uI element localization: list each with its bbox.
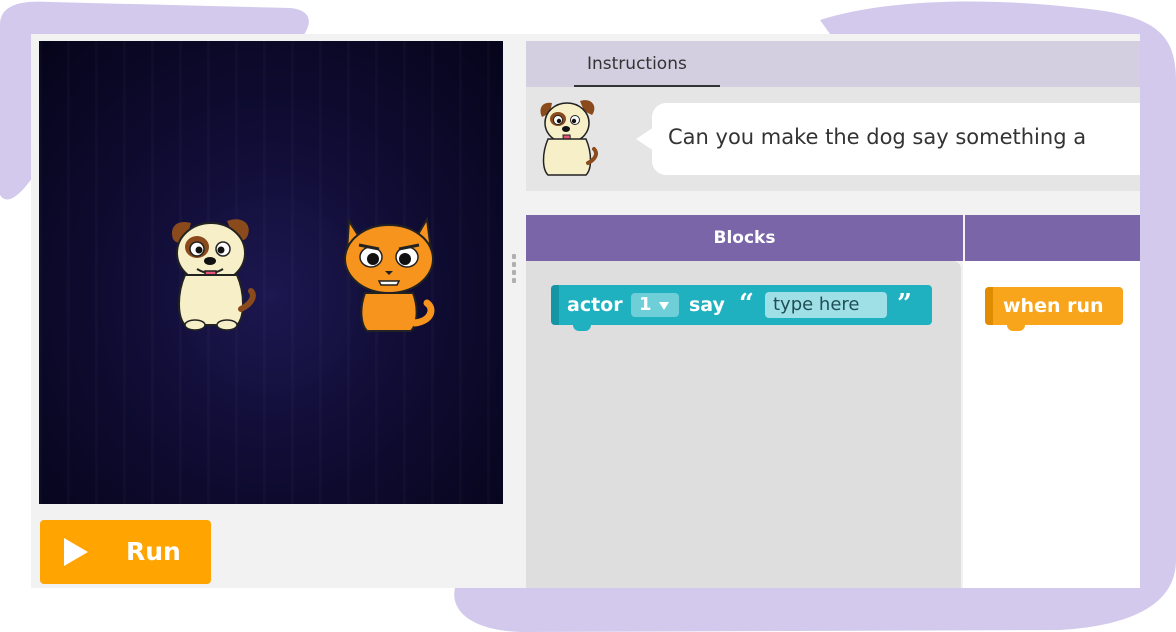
play-icon	[64, 538, 88, 566]
stage-canvas	[39, 41, 503, 504]
panel-resize-handle[interactable]	[511, 254, 517, 286]
blocks-panel-header: Blocks	[526, 215, 963, 261]
workspace-header	[965, 215, 1140, 261]
run-button-label: Run	[126, 537, 181, 566]
dog-avatar-icon	[540, 100, 598, 176]
say-label: say	[689, 294, 725, 316]
when-run-block[interactable]: when run	[985, 287, 1123, 331]
tab-instructions[interactable]: Instructions	[574, 41, 720, 87]
actor-number-dropdown[interactable]: 1	[631, 293, 679, 317]
say-text-placeholder: type here	[773, 294, 860, 315]
chevron-down-icon	[659, 302, 669, 310]
run-button[interactable]: Run	[40, 520, 211, 584]
actor-number-value: 1	[639, 294, 652, 315]
actor-say-block[interactable]: actor 1 say “ type here ”	[551, 285, 932, 331]
instruction-speech-bubble: Can you make the dog say something a	[652, 103, 1140, 175]
instructions-header: Instructions	[526, 41, 1140, 87]
dog-sprite	[171, 219, 256, 331]
cat-sprite	[344, 215, 435, 332]
close-quote: ”	[897, 289, 912, 319]
actor-label: actor	[567, 294, 623, 316]
instruction-text: Can you make the dog say something a	[668, 125, 1087, 149]
blocks-header-label: Blocks	[713, 228, 776, 248]
say-text-field[interactable]: type here	[765, 292, 887, 318]
tab-instructions-label: Instructions	[587, 54, 687, 74]
instructions-body: Can you make the dog say something a	[526, 87, 1140, 191]
when-run-label: when run	[1003, 295, 1104, 317]
open-quote: “	[739, 289, 754, 319]
app-window: Run Instructions Can you make the dog sa…	[31, 34, 1140, 588]
